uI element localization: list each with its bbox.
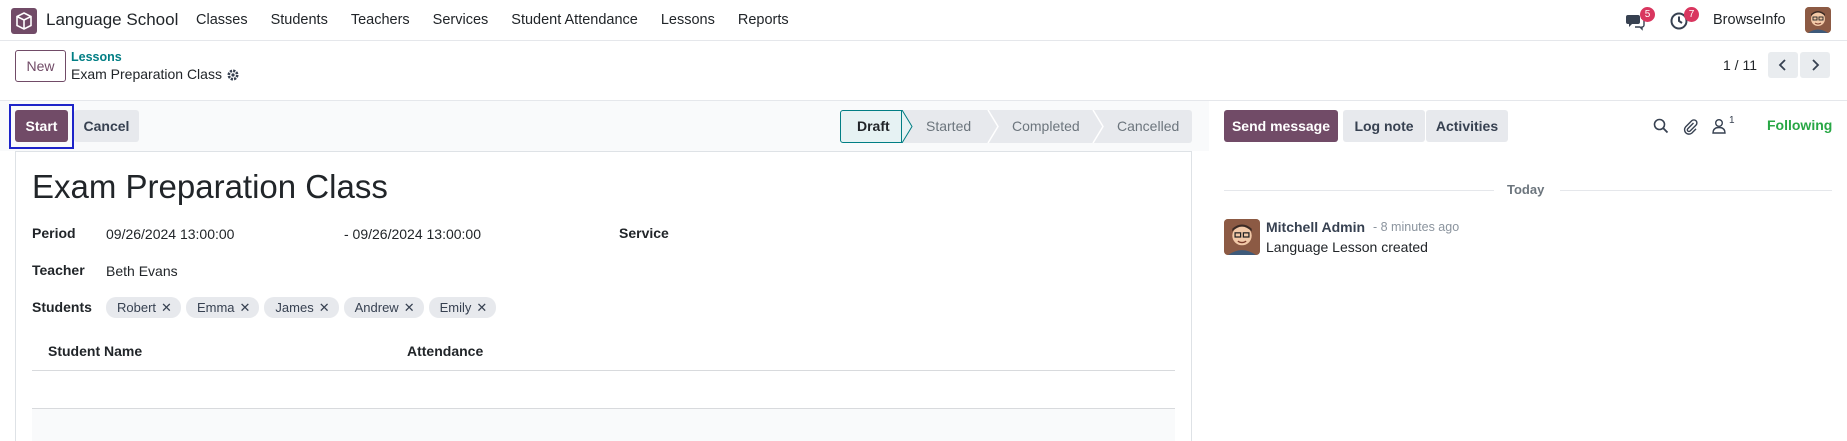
messages-badge: 5 (1640, 7, 1655, 22)
user-avatar[interactable] (1805, 7, 1831, 33)
pager-previous-button[interactable] (1768, 52, 1798, 78)
remove-tag-icon[interactable]: ✕ (319, 297, 330, 318)
start-button-highlight (9, 104, 74, 149)
activities-button[interactable]: Activities (1426, 110, 1508, 142)
student-tag-name: Emma (196, 300, 235, 315)
search-icon[interactable] (1652, 117, 1670, 135)
teacher-field[interactable]: Beth Evans (106, 263, 178, 279)
students-tags: Robert ✕ Emma ✕ James ✕ Andrew ✕ Emily ✕ (106, 297, 497, 318)
student-tag: James ✕ (264, 297, 339, 318)
breadcrumb-parent-link[interactable]: Lessons (71, 50, 122, 64)
following-toggle[interactable]: Following (1767, 117, 1832, 133)
period-start-field[interactable]: 09/26/2024 13:00:00 (106, 226, 234, 242)
pager-value[interactable]: 1 / 11 (1723, 57, 1757, 73)
menu-item-classes[interactable]: Classes (196, 12, 248, 28)
menu-item-teachers[interactable]: Teachers (351, 12, 410, 28)
log-note-button[interactable]: Log note (1343, 110, 1425, 142)
menu-item-lessons[interactable]: Lessons (661, 12, 715, 28)
date-separator-line (1560, 190, 1832, 191)
activities-clock-icon[interactable]: 7 (1669, 7, 1699, 31)
message-author[interactable]: Mitchell Admin (1266, 219, 1365, 235)
students-label: Students (32, 299, 92, 315)
send-message-button[interactable]: Send message (1224, 110, 1338, 142)
message-author-avatar[interactable] (1224, 219, 1260, 255)
chevron-right-icon (1812, 59, 1820, 71)
gear-icon[interactable] (226, 68, 240, 82)
chatter-panel (1209, 101, 1847, 441)
column-header-attendance[interactable]: Attendance (407, 343, 483, 359)
service-label: Service (619, 225, 669, 241)
remove-tag-icon[interactable]: ✕ (476, 297, 487, 318)
column-header-student-name[interactable]: Student Name (48, 343, 142, 359)
menu-item-students[interactable]: Students (271, 12, 328, 28)
period-label: Period (32, 225, 76, 241)
pager-next-button[interactable] (1800, 52, 1830, 78)
student-tag: Robert ✕ (106, 297, 181, 318)
app-logo-icon[interactable] (11, 8, 37, 34)
student-tag: Andrew ✕ (343, 297, 424, 318)
new-button[interactable]: New (15, 50, 66, 82)
message-timestamp: - 8 minutes ago (1373, 220, 1460, 234)
chevron-left-icon (1778, 59, 1786, 71)
student-tag: Emma ✕ (185, 297, 260, 318)
top-navbar: Language School Classes Students Teacher… (0, 0, 1847, 41)
messages-icon[interactable]: 5 (1625, 7, 1655, 31)
followers-count: 1 (1729, 115, 1735, 126)
breadcrumb-current: Exam Preparation Class (71, 66, 222, 82)
followers-user-icon[interactable] (1710, 117, 1728, 135)
stage-arrows (901, 110, 1104, 143)
company-switcher[interactable]: BrowseInfo (1713, 12, 1786, 28)
table-header-divider (32, 370, 1175, 371)
activities-badge: 7 (1684, 7, 1699, 22)
menu-item-student-attendance[interactable]: Student Attendance (511, 12, 638, 28)
app-title[interactable]: Language School (46, 10, 178, 30)
message-body: Language Lesson created (1266, 239, 1428, 255)
teacher-label: Teacher (32, 262, 85, 278)
student-tag-name: Emily (439, 300, 472, 315)
main-menu: Classes Students Teachers Services Stude… (196, 12, 812, 28)
paperclip-icon[interactable] (1681, 117, 1699, 135)
period-end-field[interactable]: - 09/26/2024 13:00:00 (344, 226, 481, 242)
student-tag-name: Robert (117, 300, 157, 315)
menu-item-services[interactable]: Services (433, 12, 489, 28)
student-tag: Emily ✕ (428, 297, 497, 318)
student-tag-name: James (275, 300, 314, 315)
remove-tag-icon[interactable]: ✕ (404, 297, 415, 318)
date-separator-label: Today (1507, 182, 1545, 197)
remove-tag-icon[interactable]: ✕ (240, 297, 251, 318)
table-footer (32, 409, 1175, 441)
record-title[interactable]: Exam Preparation Class (32, 168, 388, 206)
date-separator-line (1224, 190, 1494, 191)
menu-item-reports[interactable]: Reports (738, 12, 789, 28)
control-panel: New Lessons Exam Preparation Class 1 / 1… (0, 41, 1847, 101)
cancel-button[interactable]: Cancel (74, 110, 139, 142)
remove-tag-icon[interactable]: ✕ (161, 297, 172, 318)
student-tag-name: Andrew (354, 300, 399, 315)
